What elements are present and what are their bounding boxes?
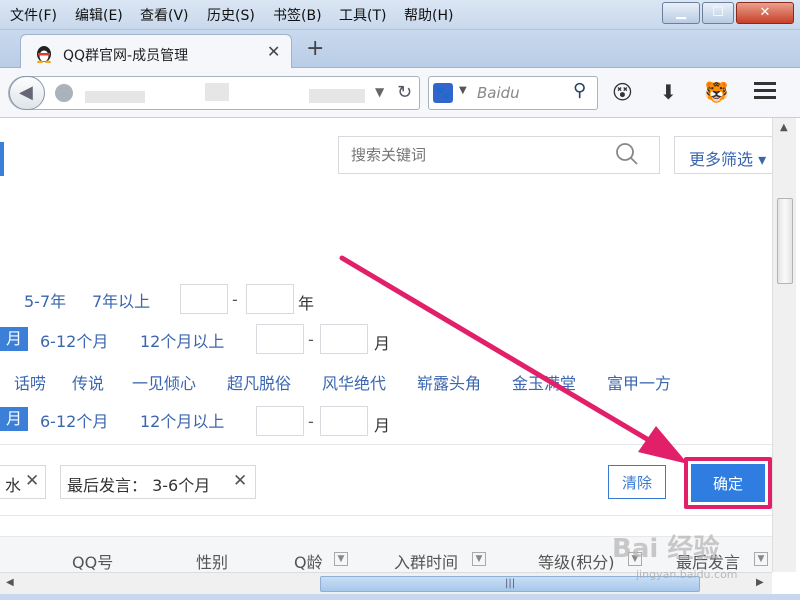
scroll-right-icon[interactable]: ▶ [756,577,764,588]
vertical-scrollbar[interactable]: ▲ [772,118,796,572]
status-bar [0,594,800,600]
baidu-watermark: Bai 经验 [612,534,720,564]
baidu-watermark-url: jingyan.baidu.com [636,568,738,581]
scroll-grip-icon: ||| [505,578,516,589]
scroll-left-icon[interactable]: ◀ [6,577,14,588]
vertical-scroll-thumb[interactable] [777,198,793,284]
scroll-up-icon[interactable]: ▲ [780,122,788,133]
annotation-arrow [339,255,688,464]
